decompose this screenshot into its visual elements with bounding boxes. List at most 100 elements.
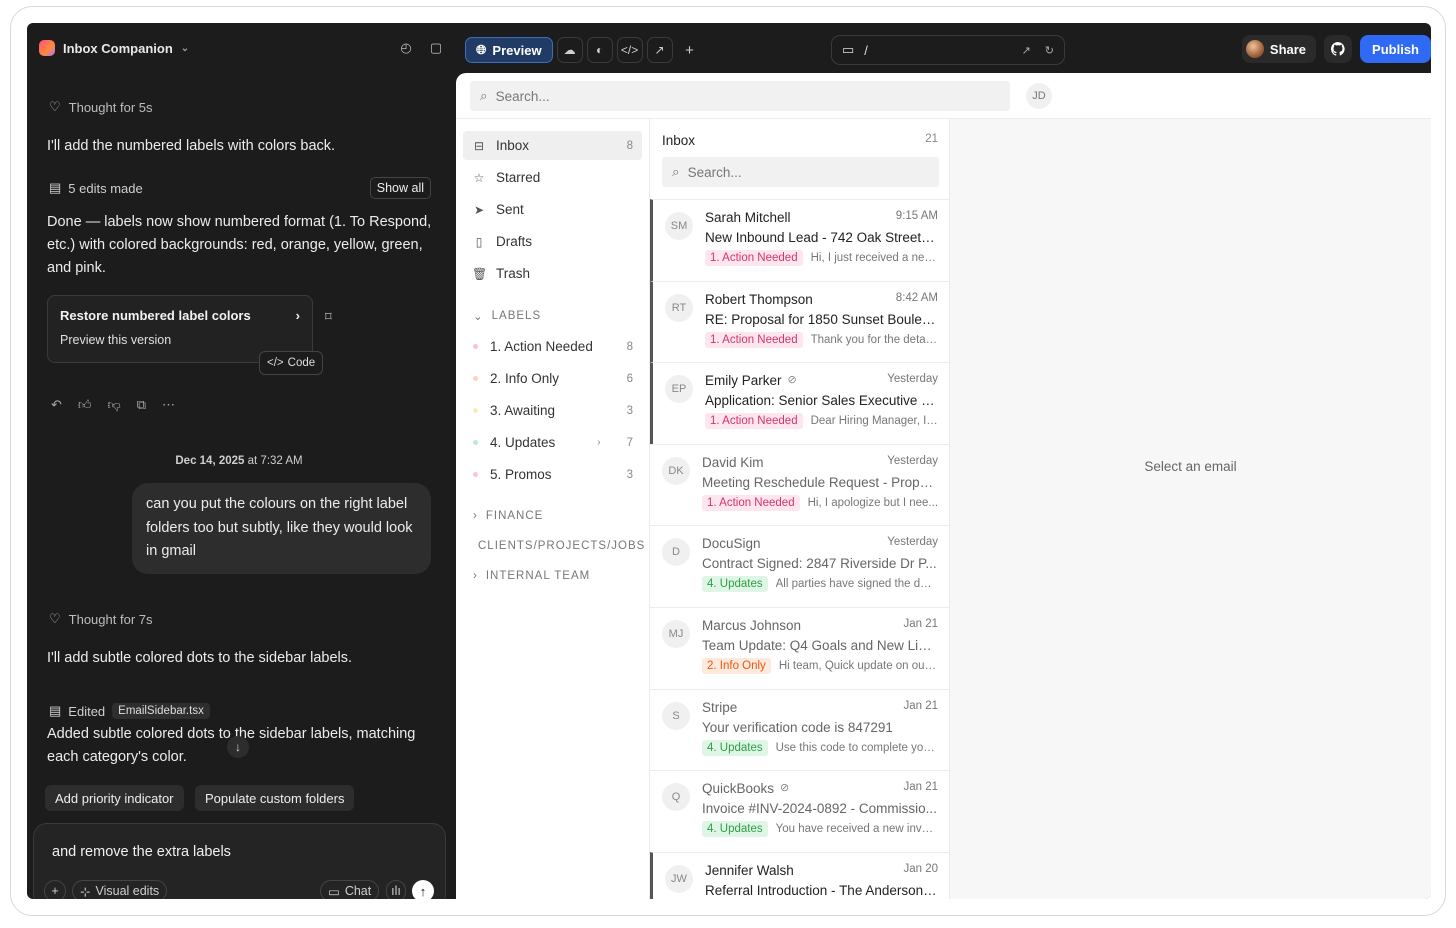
suggestion-chip[interactable]: Add priority indicator: [45, 785, 184, 811]
label-count: 6: [626, 372, 633, 385]
folder-finance[interactable]: › FINANCE: [473, 510, 543, 522]
bookmark-icon[interactable]: ⌑: [325, 309, 332, 325]
list-search-input[interactable]: ⌕ Search...: [662, 157, 939, 187]
email-row[interactable]: JW Jennifer Walsh Jan 20 Referral Introd…: [650, 851, 949, 899]
refresh-icon[interactable]: ↻: [1045, 44, 1054, 57]
email-row[interactable]: S Stripe Jan 21 Your verification code i…: [650, 688, 949, 771]
github-button[interactable]: [1324, 35, 1353, 63]
arrow-up-icon: ↑: [419, 883, 427, 899]
email-row[interactable]: DK David Kim Yesterday Meeting Reschedul…: [650, 443, 949, 526]
chevron-down-icon: ⌄: [180, 42, 190, 54]
undo-icon[interactable]: ↶: [51, 397, 62, 413]
thought-indicator[interactable]: ♡ Thought for 5s: [49, 99, 152, 115]
thumbs-up-icon[interactable]: 👍︎: [78, 397, 92, 413]
folder-clients[interactable]: CLIENTS/PROJECTS/JOBS: [478, 540, 645, 552]
email-row[interactable]: EP Emily Parker ⊘ Yesterday Application: …: [650, 362, 949, 444]
chevron-right-icon: ›: [295, 308, 300, 323]
url-bar[interactable]: ▭ / ↗ ↻: [831, 35, 1065, 65]
code-button[interactable]: </> Code: [259, 351, 324, 375]
sidebar-label-item[interactable]: 1. Action Needed 8: [473, 339, 633, 354]
email-row[interactable]: RT Robert Thompson 8:42 AM RE: Proposal …: [650, 280, 949, 363]
url-path: /: [864, 42, 868, 58]
inbox-icon: ⊟: [473, 138, 485, 153]
email-sender: Sarah Mitchell 9:15 AM: [705, 210, 938, 225]
label-count: 3: [626, 468, 633, 481]
email-snippet: All parties have signed the doc...: [775, 578, 938, 591]
chat-composer[interactable]: and remove the extra labels + ⊹ Visual e…: [33, 823, 446, 899]
suggestion-chip[interactable]: Populate custom folders: [195, 785, 355, 811]
sidebar-label-item[interactable]: 5. Promos 3: [473, 467, 633, 482]
email-row[interactable]: SM Sarah Mitchell 9:15 AM New Inbound Le…: [650, 199, 949, 281]
thought-indicator[interactable]: ♡ Thought for 7s: [49, 611, 152, 627]
email-time: Yesterday: [887, 373, 938, 386]
list-title: Inbox: [662, 133, 696, 148]
sender-avatar: RT: [665, 293, 693, 322]
sidebar-label-item[interactable]: 4. Updates › 7: [473, 435, 633, 450]
email-meta: 4. Updates Use this code to complete you…: [702, 739, 938, 756]
edited-label: Edited: [68, 703, 106, 719]
sidebar-item-starred[interactable]: ☆ Starred: [463, 163, 642, 192]
chat-mode-button[interactable]: ▭ Chat: [320, 880, 380, 899]
sender-avatar: EP: [665, 375, 693, 404]
user-avatar[interactable]: JD: [1026, 83, 1052, 109]
sidebar-item-inbox[interactable]: ⊟ Inbox 8: [463, 131, 642, 160]
preview-button[interactable]: 🌐︎ Preview: [465, 37, 553, 63]
file-edit-icon: ▤: [49, 180, 62, 195]
analytics-button[interactable]: ↗: [646, 37, 673, 63]
sender-avatar: S: [662, 701, 690, 730]
label-count: 8: [626, 340, 633, 353]
email-subject: Invoice #INV-2024-0892 - Commissio...: [702, 801, 937, 817]
label-color-dot: [473, 376, 478, 381]
more-icon[interactable]: ⋯: [162, 397, 175, 413]
email-sidebar: ⊟ Inbox 8 ☆ Starred ➤ Sent ▯ Drafts 🗑︎ T…: [456, 119, 650, 899]
share-button[interactable]: Share: [1241, 35, 1317, 63]
send-button[interactable]: ↑: [412, 880, 434, 899]
email-subject: Team Update: Q4 Goals and New Listi...: [702, 637, 938, 653]
voice-button[interactable]: ılı: [386, 880, 406, 899]
sidebar-label-item[interactable]: 3. Awaiting 3: [473, 403, 633, 418]
email-subject: New Inbound Lead - 742 Oak Street P...: [705, 230, 938, 245]
chevron-right-icon[interactable]: ›: [597, 437, 600, 448]
project-switcher[interactable]: Inbox Companion ⌄: [39, 40, 189, 56]
thumbs-down-icon[interactable]: 👎︎: [108, 397, 121, 413]
email-row[interactable]: Q QuickBooks ⊘ Jan 21 Invoice #INV-2024-0…: [650, 770, 949, 852]
visual-edits-button[interactable]: ⊹ Visual edits: [72, 880, 168, 899]
labels-section-toggle[interactable]: ⌄ LABELS: [473, 309, 541, 323]
chat-icon: ▭: [328, 884, 340, 899]
edits-summary: ▤ 5 edits made Show all: [49, 177, 431, 199]
share-label: Share: [1269, 41, 1307, 57]
code-view-button[interactable]: </>: [616, 37, 643, 63]
assistant-message: Done — labels now show numbered format (…: [47, 214, 432, 276]
sidebar-item-drafts[interactable]: ▯ Drafts: [463, 227, 642, 256]
email-snippet: Hi, I just received a new ...: [810, 252, 938, 264]
top-actions: Share Publish: [1241, 35, 1431, 63]
star-icon: ☆: [473, 170, 485, 185]
sidebar-toggle-icon[interactable]: ▢: [428, 40, 444, 56]
publish-button[interactable]: Publish: [1360, 35, 1431, 63]
history-icon[interactable]: ◴: [398, 40, 414, 56]
file-chip[interactable]: EmailSidebar.tsx: [112, 703, 210, 719]
composer-input[interactable]: and remove the extra labels: [52, 844, 231, 860]
copy-icon[interactable]: ⧉: [137, 397, 146, 413]
scroll-down-button[interactable]: ↓: [227, 736, 249, 758]
add-tab-button[interactable]: +: [677, 37, 703, 63]
email-snippet: Thank you for the detail...: [810, 333, 938, 346]
folder-internal-team[interactable]: › INTERNAL TEAM: [473, 570, 590, 582]
email-label-tag: 2. Info Only: [702, 657, 771, 674]
open-external-icon[interactable]: ↗: [1022, 44, 1031, 57]
theme-button[interactable]: ◐: [586, 37, 613, 63]
sidebar-item-sent[interactable]: ➤ Sent: [463, 195, 642, 224]
sidebar-label-item[interactable]: 2. Info Only 6: [473, 371, 633, 386]
email-row[interactable]: MJ Marcus Johnson Jan 21 Team Update: Q4…: [650, 606, 949, 689]
email-meta: 1. Action Needed Hi, I apologize but I n…: [702, 494, 938, 511]
email-row[interactable]: D DocuSign Yesterday Contract Signed: 28…: [650, 525, 949, 607]
empty-state: Select an email: [1144, 459, 1237, 474]
email-sender: David Kim Yesterday: [702, 455, 938, 470]
attach-button[interactable]: +: [44, 880, 66, 899]
global-search-input[interactable]: ⌕ Search...: [470, 81, 1010, 111]
show-all-button[interactable]: Show all: [369, 177, 431, 199]
sidebar-item-trash[interactable]: 🗑︎ Trash: [463, 259, 642, 288]
email-detail-pane: Select an email: [950, 119, 1431, 899]
cloud-button[interactable]: ☁: [556, 37, 583, 63]
email-label-tag: 1. Action Needed: [702, 494, 800, 511]
